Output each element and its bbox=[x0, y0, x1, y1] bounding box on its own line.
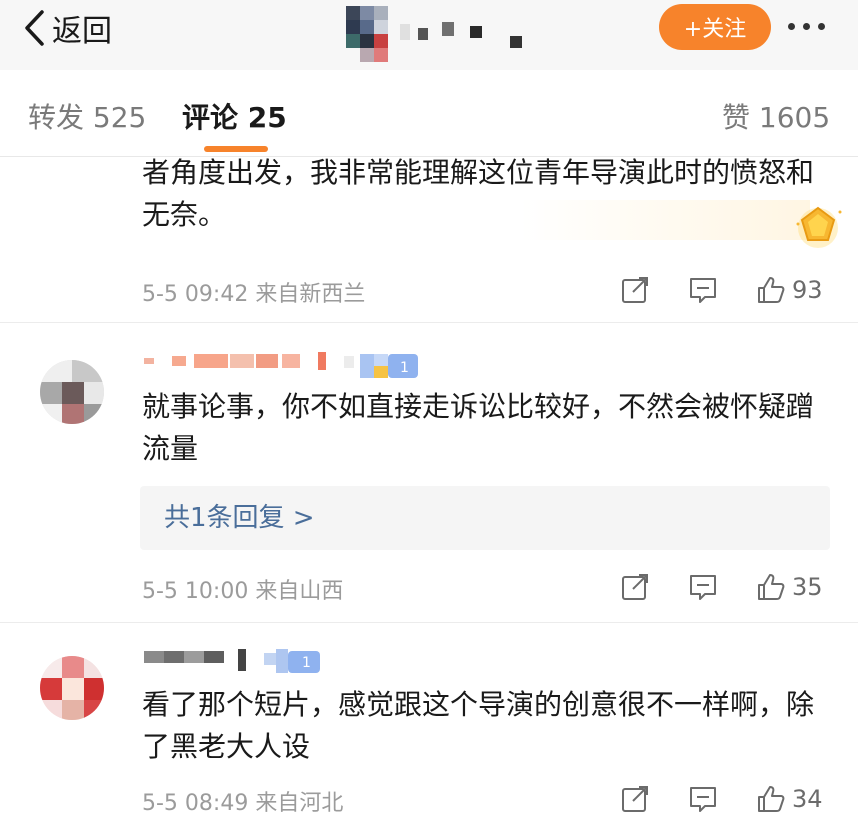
tab-repost[interactable]: 转发 525 bbox=[28, 96, 146, 136]
comment-3-avatar[interactable] bbox=[40, 656, 104, 720]
comment-2-reply-button[interactable] bbox=[688, 569, 718, 605]
comment-1-meta: 5-5 09:42 来自新西兰 bbox=[142, 276, 365, 308]
comment-1-like-button[interactable]: 93 bbox=[756, 272, 823, 308]
comment-3-like-count: 34 bbox=[792, 785, 823, 813]
comment-2-avatar[interactable] bbox=[40, 360, 104, 424]
divider bbox=[0, 622, 858, 623]
more-dot bbox=[803, 22, 810, 30]
comment-3-text: 看了那个短片，感觉跟这个导演的创意很不一样啊，除了黑老大人设 bbox=[142, 688, 815, 763]
comment-3-repost-button[interactable] bbox=[620, 781, 650, 817]
comment-1-reply-button[interactable] bbox=[688, 272, 718, 308]
gold-badge-icon bbox=[796, 206, 842, 248]
comment-2-meta: 5-5 10:00 来自山西 bbox=[142, 573, 343, 605]
share-square-icon bbox=[622, 786, 648, 812]
comment-3-location: 来自河北 bbox=[255, 791, 344, 816]
chevron-left-icon bbox=[25, 10, 44, 46]
comment-3-author-mosaic[interactable]: 1 bbox=[144, 645, 344, 679]
comment-3-actions: 34 bbox=[620, 781, 840, 817]
thumbs-up-icon bbox=[758, 277, 785, 303]
comment-bubble-icon bbox=[690, 278, 716, 303]
comment-2-location: 来自山西 bbox=[255, 579, 344, 604]
comment-2-time: 5-5 10:00 bbox=[142, 579, 249, 604]
comment-3-like-button[interactable]: 34 bbox=[756, 781, 823, 817]
more-options-button[interactable] bbox=[788, 14, 838, 38]
tab-likes[interactable]: 赞 1605 bbox=[722, 96, 830, 136]
divider bbox=[0, 322, 858, 323]
svg-text:1: 1 bbox=[302, 655, 311, 671]
comment-3-meta: 5-5 08:49 来自河北 bbox=[142, 785, 343, 817]
more-dots-icon bbox=[788, 22, 795, 30]
top-nav-bar: 返回 +关注 bbox=[0, 0, 858, 70]
tab-likes-label: 赞 bbox=[722, 101, 751, 134]
comment-1-time: 5-5 09:42 bbox=[142, 282, 249, 307]
comment-1-like-count: 93 bbox=[792, 276, 823, 304]
comment-2-author-mosaic[interactable]: 1 bbox=[144, 350, 434, 384]
tab-repost-count: 525 bbox=[92, 101, 147, 134]
thumbs-up-icon bbox=[758, 574, 785, 600]
share-square-icon bbox=[622, 574, 648, 600]
tab-likes-count: 1605 bbox=[758, 101, 831, 134]
comment-3-time: 5-5 08:49 bbox=[142, 791, 249, 816]
thumbs-up-icon bbox=[758, 786, 785, 812]
back-button[interactable]: 返回 bbox=[22, 8, 112, 49]
tab-comments-count: 25 bbox=[247, 101, 287, 134]
tab-repost-label: 转发 bbox=[28, 101, 85, 134]
comment-2-repost-button[interactable] bbox=[620, 569, 650, 605]
comment-1-actions: 93 bbox=[620, 272, 840, 308]
comment-1-text: 者角度出发，我非常能理解这位青年导演此时的愤怒和无奈。 bbox=[142, 156, 815, 231]
blurred-username-mosaic bbox=[346, 6, 522, 62]
comment-2-like-count: 35 bbox=[792, 573, 823, 601]
svg-text:1: 1 bbox=[400, 360, 409, 376]
comment-2-actions: 35 bbox=[620, 569, 840, 605]
comment-2-text: 就事论事，你不如直接走诉讼比较好，不然会被怀疑蹭流量 bbox=[142, 390, 815, 465]
comment-1-location: 来自新西兰 bbox=[255, 282, 366, 307]
comment-bubble-icon bbox=[690, 575, 716, 600]
comment-3-reply-button[interactable] bbox=[688, 781, 718, 817]
comment-bubble-icon bbox=[690, 787, 716, 812]
comment-1-repost-button[interactable] bbox=[620, 272, 650, 308]
tab-comments-label: 评论 bbox=[182, 101, 239, 134]
comment-2-replies-link[interactable]: 共1条回复 > bbox=[140, 486, 830, 550]
share-square-icon bbox=[622, 277, 648, 303]
tab-bar: 转发 525 评论 25 赞 1605 bbox=[0, 70, 858, 157]
comment-2-like-button[interactable]: 35 bbox=[756, 569, 823, 605]
back-label: 返回 bbox=[52, 14, 112, 49]
more-dot bbox=[818, 22, 825, 30]
follow-button[interactable]: +关注 bbox=[659, 4, 771, 50]
tab-comments[interactable]: 评论 25 bbox=[182, 96, 287, 136]
